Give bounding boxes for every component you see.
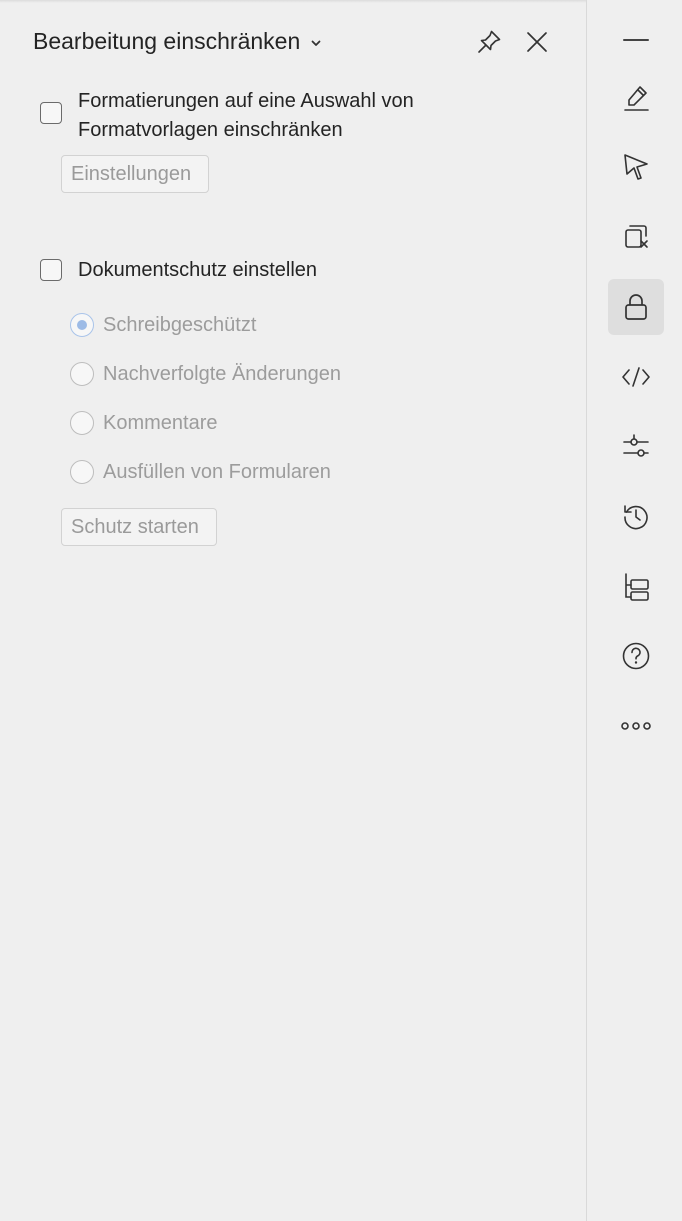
more-icon[interactable] [608, 698, 664, 754]
radio-option-read-only[interactable]: Schreibgeschützt [70, 313, 256, 337]
chevron-down-icon [310, 37, 322, 49]
settings-button[interactable]: Einstellungen [61, 155, 210, 193]
radio-label: Ausfüllen von Formularen [103, 461, 331, 483]
formatting-restriction-row: Formatierungen auf eine Auswahl von Form… [40, 87, 560, 145]
pane-title: Bearbeitung einschränken [33, 28, 301, 54]
pin-icon[interactable] [475, 28, 503, 56]
help-icon[interactable] [608, 628, 664, 684]
document-protection-checkbox[interactable] [40, 259, 62, 281]
sliders-icon[interactable] [608, 419, 664, 475]
tree-structure-icon[interactable] [608, 558, 664, 614]
cursor-icon[interactable] [608, 139, 664, 195]
radio-option-filling-forms[interactable]: Ausfüllen von Formularen [70, 460, 331, 484]
lock-icon[interactable] [608, 279, 664, 335]
radio-button[interactable] [70, 411, 94, 435]
radio-label: Nachverfolgte Änderungen [103, 363, 341, 385]
side-rail [586, 0, 682, 1221]
formatting-restriction-checkbox[interactable] [40, 102, 62, 124]
radio-label: Schreibgeschützt [103, 314, 257, 336]
history-icon[interactable] [608, 488, 664, 544]
radio-option-tracked-changes[interactable]: Nachverfolgte Änderungen [70, 362, 341, 386]
radio-button[interactable] [70, 362, 94, 386]
minimize-icon[interactable] [608, 12, 664, 68]
top-divider [0, 0, 586, 3]
restrict-editing-pane: Bearbeitung einschränken Formatierungen … [0, 0, 586, 1221]
highlighter-icon[interactable] [608, 70, 664, 126]
document-protection-row: Dokumentschutz einstellen [40, 256, 317, 285]
formatting-restriction-label: Formatierungen auf eine Auswahl von Form… [78, 90, 414, 141]
code-icon[interactable] [608, 349, 664, 405]
close-icon[interactable] [523, 28, 551, 56]
pane-title-dropdown[interactable]: Bearbeitung einschränken [33, 28, 322, 55]
radio-option-comments[interactable]: Kommentare [70, 411, 218, 435]
start-protection-button[interactable]: Schutz starten [61, 508, 217, 546]
document-protection-label: Dokumentschutz einstellen [78, 259, 318, 281]
copy-remove-icon[interactable] [608, 209, 664, 265]
radio-button[interactable] [70, 313, 94, 337]
radio-button[interactable] [70, 460, 94, 484]
radio-label: Kommentare [103, 412, 218, 434]
